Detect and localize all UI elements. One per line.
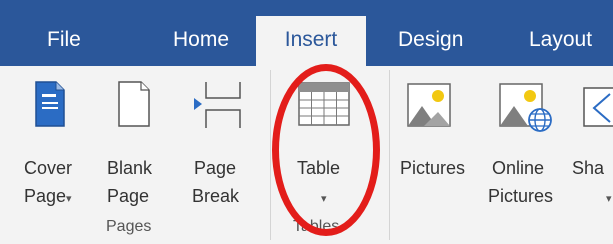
tab-design[interactable]: Design — [398, 0, 463, 66]
pictures-button[interactable]: Pictures — [396, 78, 478, 213]
tab-home[interactable]: Home — [173, 0, 229, 66]
chevron-down-icon: ▾ — [606, 193, 612, 205]
shapes-icon — [583, 87, 613, 127]
pages-group-label: Pages — [106, 218, 152, 235]
tab-insert[interactable]: Insert — [256, 16, 366, 66]
group-separator — [270, 70, 271, 240]
blank-page-label-1: Blank — [107, 158, 153, 178]
ribbon-tab-bar: File Home Insert Design Layout — [0, 0, 613, 66]
online-pictures-button[interactable]: Online Pictures — [488, 78, 568, 213]
page-break-icon — [194, 82, 241, 128]
tab-file[interactable]: File — [47, 0, 81, 66]
table-icon — [298, 82, 350, 126]
cover-page-button[interactable]: Cover Page▾ — [18, 78, 100, 213]
page-break-label-2: Break — [192, 186, 240, 206]
table-button[interactable]: Table ▾ — [290, 78, 362, 213]
tables-group-label: Tables — [293, 218, 340, 235]
chevron-down-icon: ▾ — [321, 193, 327, 205]
online-pictures-label-1: Online — [492, 158, 545, 178]
shapes-label: Sha — [572, 158, 605, 178]
blank-page-label-2: Page — [107, 186, 150, 206]
cover-page-icon — [35, 81, 65, 127]
cover-page-label-2-text: Page — [24, 186, 67, 206]
online-pictures-label-2: Pictures — [488, 186, 554, 206]
blank-page-button[interactable]: Blank Page — [105, 78, 165, 213]
online-picture-icon — [499, 83, 552, 132]
page-break-button[interactable]: Page Break — [188, 78, 258, 213]
tab-layout[interactable]: Layout — [529, 0, 592, 66]
cover-page-label-2: Page▾ — [24, 186, 72, 207]
group-separator — [389, 70, 390, 240]
chevron-down-icon: ▾ — [66, 193, 72, 205]
page-break-label-1: Page — [194, 158, 237, 178]
blank-page-icon — [118, 81, 150, 127]
pictures-label: Pictures — [400, 158, 466, 178]
cover-page-label-1: Cover — [24, 158, 73, 178]
picture-icon — [407, 83, 451, 127]
shapes-button[interactable]: Sha ▾ — [572, 78, 613, 213]
table-label: Table — [297, 158, 341, 178]
